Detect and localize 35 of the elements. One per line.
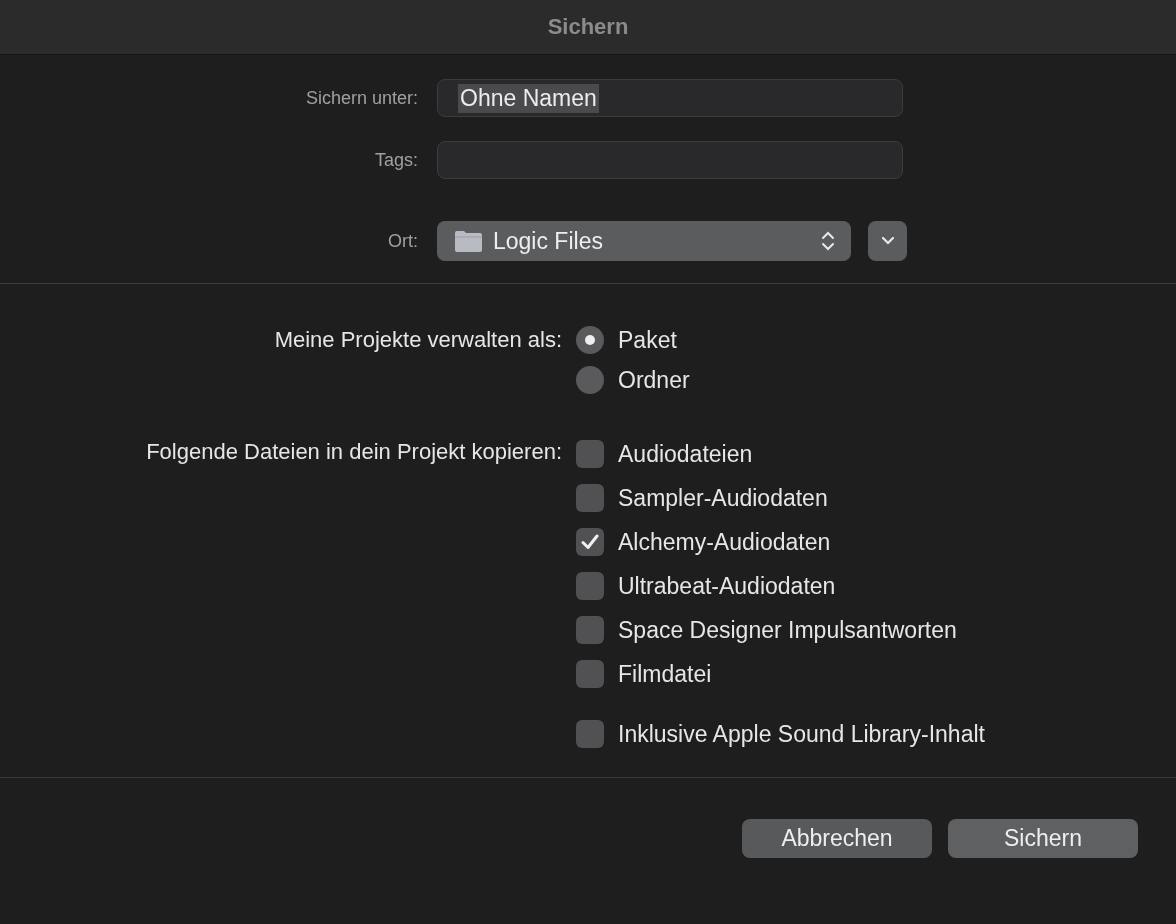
field-label: Ort: <box>388 230 418 252</box>
save-button[interactable]: Sichern <box>948 819 1138 858</box>
field-value: Ohne Namen <box>458 83 599 113</box>
checkbox-label: Filmdatei <box>618 660 712 688</box>
checkbox-label: Audiodateien <box>618 440 753 468</box>
field-label: Tags: <box>374 149 418 171</box>
chevron-icon <box>880 236 895 246</box>
radio-label: Paket <box>618 326 677 354</box>
cancel-button[interactable]: Abbrechen <box>742 819 932 858</box>
expand-button[interactable] <box>868 221 907 261</box>
input-field[interactable]: Ohne Namen <box>437 79 903 117</box>
checkbox[interactable] <box>576 484 604 512</box>
window-title: Sichern <box>547 14 629 40</box>
checkbox-label: Sampler-Audiodaten <box>618 484 828 512</box>
folder-icon <box>454 229 483 253</box>
checkbox-label: Inklusive Apple Sound Library-Inhalt <box>618 720 985 748</box>
option-label: Folgende Dateien in dein Projekt kopieren: <box>146 438 562 466</box>
checkbox[interactable] <box>576 572 604 600</box>
checkbox[interactable] <box>576 616 604 644</box>
checkbox-label: Ultrabeat-Audiodaten <box>618 572 836 600</box>
checkbox-label: Alchemy-Audiodaten <box>618 528 831 556</box>
updown-chevron-icon <box>821 230 835 252</box>
option-label: Meine Projekte verwalten als: <box>274 326 562 354</box>
checkbox[interactable] <box>576 720 604 748</box>
checkbox[interactable] <box>576 528 604 556</box>
checkbox[interactable] <box>576 440 604 468</box>
checkbox-label: Space Designer Impulsantworten <box>618 616 957 644</box>
checkmark-icon <box>581 534 599 550</box>
radio-button[interactable] <box>576 366 604 394</box>
location-popup[interactable]: Logic Files <box>437 221 851 261</box>
radio-label: Ordner <box>618 366 690 394</box>
checkbox[interactable] <box>576 660 604 688</box>
input-field[interactable] <box>437 141 903 179</box>
radio-button[interactable] <box>576 326 604 354</box>
field-label: Sichern unter: <box>305 87 418 109</box>
